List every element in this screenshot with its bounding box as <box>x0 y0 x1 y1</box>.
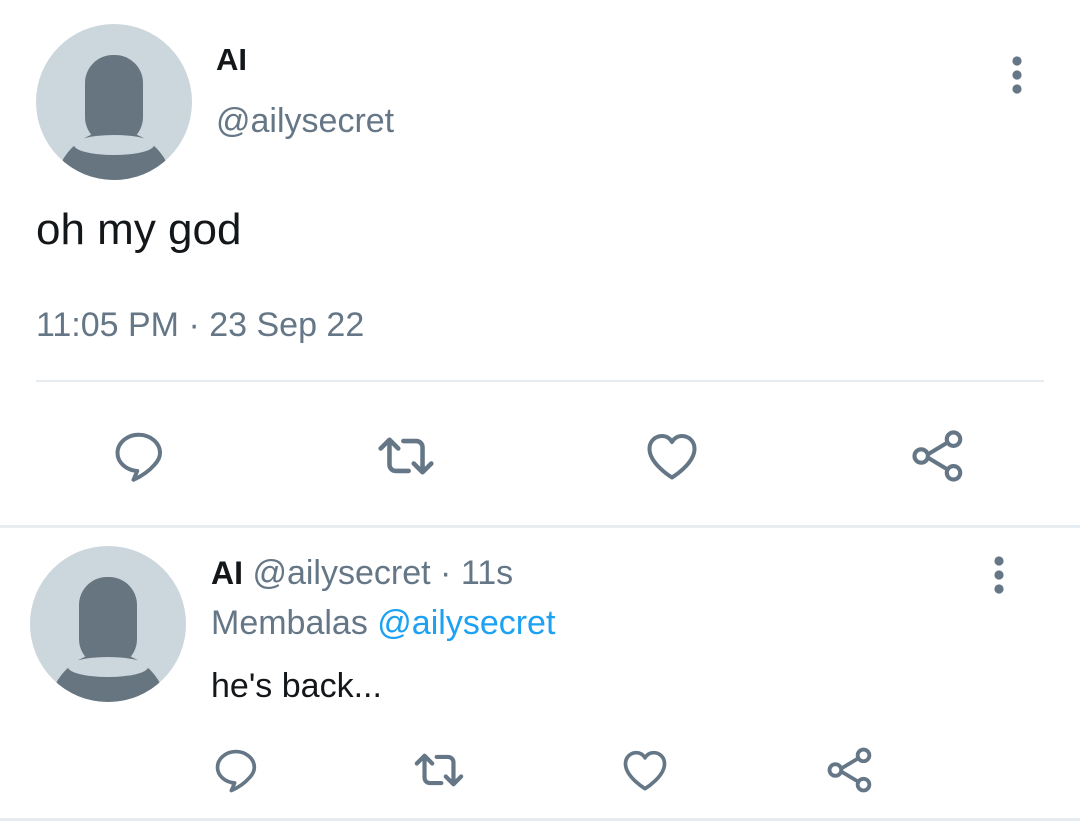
share-button[interactable] <box>906 424 970 488</box>
replying-to-handle-link[interactable]: @ailysecret <box>377 604 555 642</box>
reply-tweet-text: he's back... <box>211 667 382 705</box>
reply-author-avatar[interactable] <box>30 546 186 702</box>
reply-like-button[interactable] <box>617 742 673 798</box>
tweet-detail-screen: AI @ailysecret oh my god 11:05 PM · 23 S… <box>0 0 1080 822</box>
share-icon <box>912 430 963 482</box>
reply-more-options-button[interactable] <box>979 550 1019 600</box>
reply-icon <box>115 432 162 482</box>
retweet-button[interactable] <box>374 424 438 488</box>
reply-author-name[interactable]: AI <box>211 555 243 591</box>
author-avatar[interactable] <box>36 24 192 180</box>
divider <box>36 380 1044 382</box>
reply-retweet-button[interactable] <box>411 742 467 798</box>
replying-to-label: Membalas <box>211 604 368 642</box>
heart-icon <box>647 434 697 480</box>
share-icon <box>827 747 872 793</box>
tweet-text: oh my god <box>36 205 242 254</box>
retweet-icon <box>378 437 434 475</box>
reply-icon <box>215 749 257 793</box>
section-divider <box>0 525 1080 528</box>
replying-to: Membalas @ailysecret <box>211 604 555 643</box>
reply-reply-button[interactable] <box>209 742 265 798</box>
reply-author-handle[interactable]: @ailysecret <box>252 554 430 592</box>
author-name[interactable]: AI <box>216 42 247 78</box>
like-button[interactable] <box>640 424 704 488</box>
heart-icon <box>623 750 667 791</box>
more-vertical-icon <box>1012 56 1022 94</box>
reply-share-button[interactable] <box>822 742 878 798</box>
retweet-icon <box>414 753 464 787</box>
reply-button[interactable] <box>108 424 172 488</box>
more-options-button[interactable] <box>997 50 1037 100</box>
bottom-divider <box>0 818 1080 821</box>
more-vertical-icon <box>994 556 1004 594</box>
reply-time-ago: 11s <box>460 554 514 592</box>
reply-header: AI @ailysecret · 11s <box>211 554 513 593</box>
author-handle[interactable]: @ailysecret <box>216 102 394 141</box>
default-avatar-icon <box>36 24 192 180</box>
default-avatar-icon <box>30 546 186 702</box>
tweet-timestamp[interactable]: 11:05 PM · 23 Sep 22 <box>36 306 364 345</box>
separator-dot: · <box>440 554 452 592</box>
